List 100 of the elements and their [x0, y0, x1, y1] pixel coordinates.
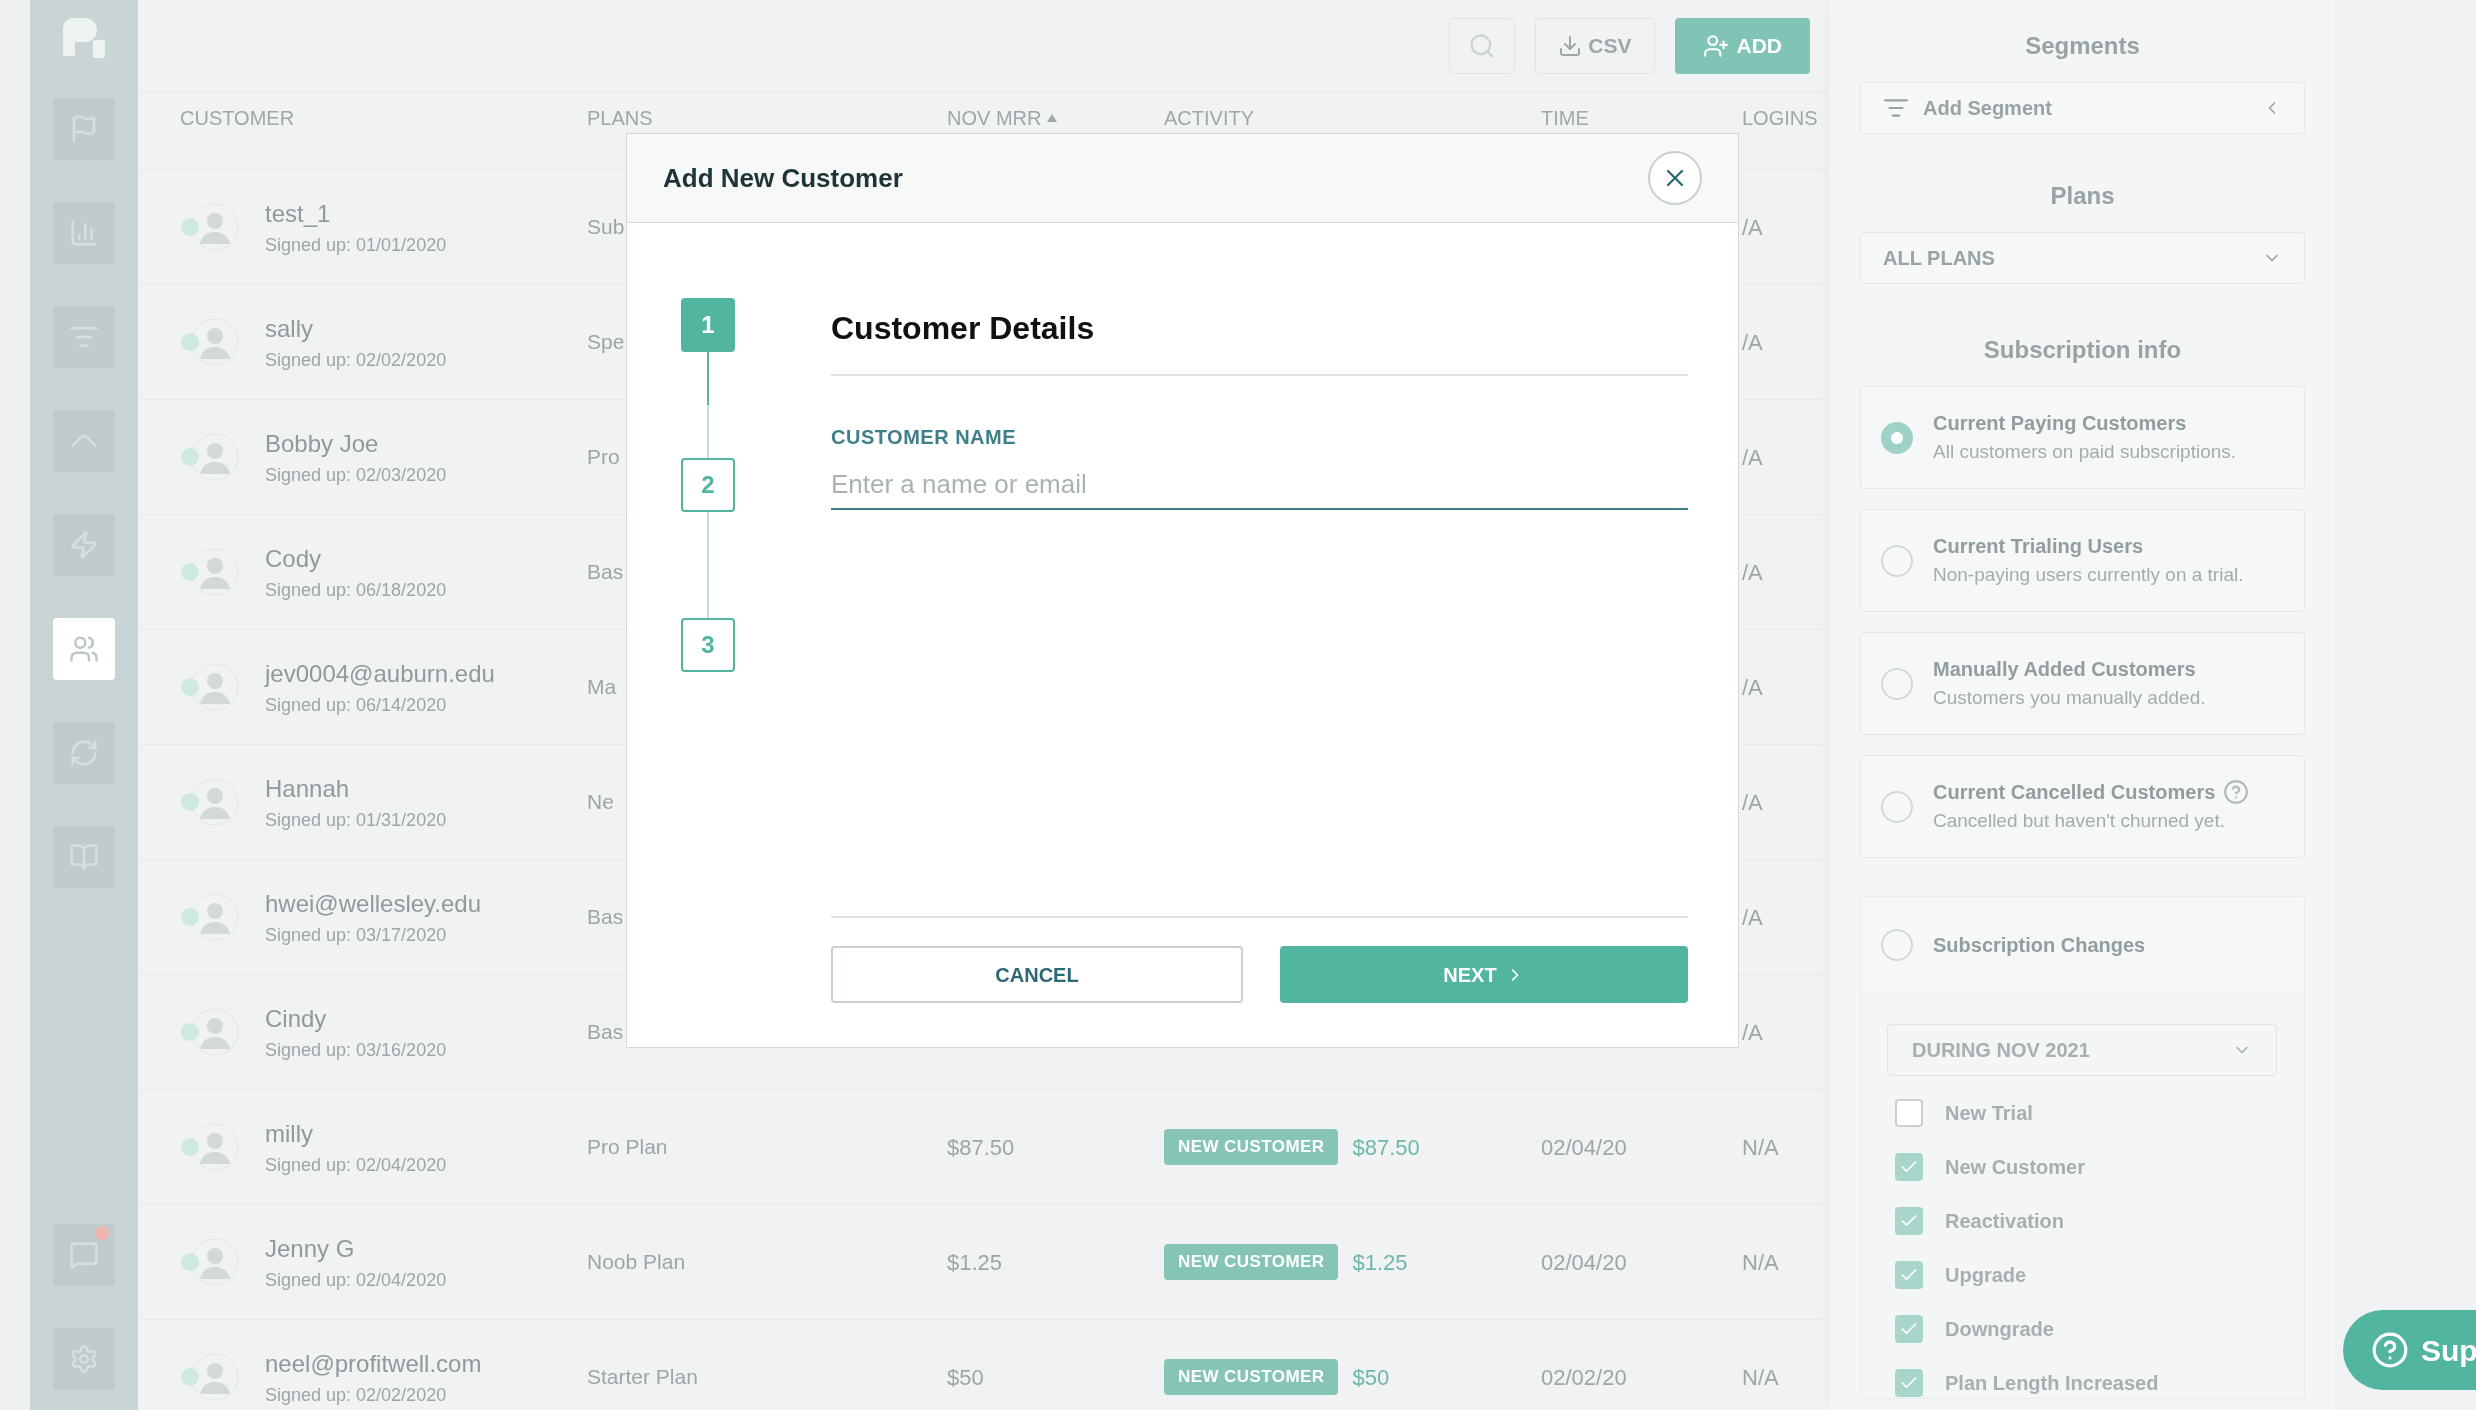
- customer-name[interactable]: Bobby Joe: [265, 425, 587, 462]
- column-header[interactable]: NOV MRR: [947, 102, 1058, 133]
- option-description: Customers you manually added.: [1933, 686, 2206, 711]
- avatar-icon: [180, 1122, 240, 1172]
- customer-name[interactable]: Hannah: [265, 770, 587, 807]
- help-icon[interactable]: [2223, 779, 2250, 806]
- table-cell: 02/04/20: [1541, 1249, 1627, 1275]
- table-cell-text: N/A: [1742, 1363, 1779, 1392]
- table-cell: 02/04/20: [1541, 1134, 1627, 1160]
- column-header[interactable]: TIME: [1541, 102, 1589, 133]
- table-cell-text: Ne: [587, 789, 614, 816]
- checkbox[interactable]: [1895, 1153, 1923, 1181]
- signup-date: Signed up: 02/04/2020: [265, 1153, 447, 1177]
- avatar-icon: [180, 777, 240, 827]
- column-header[interactable]: ACTIVITY: [1164, 102, 1254, 133]
- checkbox-label: Plan Length Increased: [1945, 1371, 2159, 1396]
- checkbox[interactable]: [1895, 1261, 1923, 1289]
- section-heading: Customer Details: [831, 310, 1095, 346]
- customer-name[interactable]: Cindy: [265, 1000, 587, 1037]
- signup-date: Signed up: 02/02/2020: [265, 1383, 447, 1407]
- table-cell: $87.50: [947, 1134, 1015, 1160]
- radio-button[interactable]: [1881, 667, 1913, 700]
- support-button[interactable]: Sup: [2343, 1310, 2476, 1390]
- segment-option[interactable]: Subscription Changes: [1861, 897, 2304, 994]
- activity-tag: NEW CUSTOMER: [1164, 1244, 1339, 1280]
- segment-option[interactable]: Current Paying Customers All customers on paid subscriptions.: [1860, 386, 2305, 489]
- checkbox-label: Upgrade: [1945, 1263, 2027, 1288]
- add-segment-button[interactable]: Add Segment: [1860, 82, 2305, 134]
- radio-button[interactable]: [1881, 544, 1913, 577]
- customer-name[interactable]: milly: [265, 1115, 587, 1152]
- close-button[interactable]: [1648, 151, 1702, 205]
- activity-amount: $1.25: [1352, 1248, 1408, 1277]
- signup-date: Signed up: 01/31/2020: [265, 808, 447, 832]
- option-description: Non-paying users currently on a trial.: [1933, 563, 2244, 588]
- table-cell-text: Starter Plan: [587, 1364, 698, 1391]
- table-cell-text: /A: [1742, 443, 1763, 472]
- plans-dropdown[interactable]: ALL PLANS: [1860, 232, 2305, 284]
- signup-date: Signed up: 02/03/2020: [265, 463, 447, 487]
- sidebar-item[interactable]: [53, 1224, 115, 1286]
- customer-name[interactable]: Cody: [265, 540, 587, 577]
- sidebar-item[interactable]: [53, 618, 115, 680]
- customer-name-input[interactable]: Enter a name or email: [831, 460, 1688, 510]
- avatar-icon: [180, 202, 240, 252]
- column-header[interactable]: PLANS: [587, 102, 653, 133]
- avatar-icon: [180, 317, 240, 367]
- add-user-icon: [1702, 32, 1729, 59]
- download-icon: [1558, 33, 1583, 58]
- csv-button[interactable]: CSV: [1535, 17, 1655, 74]
- signup-date: Signed up: 01/01/2020: [265, 233, 447, 257]
- column-header[interactable]: CUSTOMER: [180, 102, 295, 133]
- next-button[interactable]: NEXT: [1280, 946, 1688, 1003]
- customer-name[interactable]: neel@profitwell.com: [265, 1345, 587, 1382]
- table-cell-text: N/A: [1742, 1133, 1779, 1162]
- table-cell-text: /A: [1742, 903, 1763, 932]
- table-cell-text: Noob Plan: [587, 1249, 686, 1276]
- table-cell-text: Bas: [587, 904, 624, 931]
- period-dropdown[interactable]: DURING NOV 2021: [1887, 1024, 2277, 1076]
- avatar-icon: [180, 1352, 240, 1402]
- table-cell-text: N/A: [1742, 1248, 1779, 1277]
- cancel-button[interactable]: CANCEL: [831, 946, 1243, 1003]
- segment-option[interactable]: Current Trialing Users Non-paying users currently on a trial.: [1860, 509, 2305, 612]
- avatar-icon: [180, 547, 240, 597]
- checkbox[interactable]: [1895, 1369, 1923, 1397]
- table-cell-text: Bas: [587, 559, 624, 586]
- panel-title: Subscription info: [1983, 335, 2182, 365]
- customer-name[interactable]: Jenny G: [265, 1230, 587, 1267]
- checkbox[interactable]: [1895, 1315, 1923, 1343]
- option-description: All customers on paid subscriptions.: [1933, 440, 2237, 465]
- activity-amount: $50: [1352, 1363, 1390, 1392]
- search-button[interactable]: [1449, 17, 1516, 74]
- customer-name[interactable]: test_1: [265, 195, 587, 232]
- checkbox-label: New Customer: [1945, 1155, 2086, 1180]
- signup-date: Signed up: 02/02/2020: [265, 348, 447, 372]
- checkbox[interactable]: [1895, 1099, 1923, 1127]
- step-number: 3: [681, 618, 735, 672]
- table-cell-text: /A: [1742, 788, 1763, 817]
- table-cell: $50: [947, 1364, 984, 1390]
- option-title: Manually Added Customers: [1933, 657, 2196, 683]
- activity-tag: NEW CUSTOMER: [1164, 1359, 1339, 1395]
- column-header[interactable]: LOGINS: [1742, 102, 1818, 133]
- customer-name[interactable]: sally: [265, 310, 587, 347]
- table-cell-text: Ma: [587, 674, 617, 701]
- option-title: Current Trialing Users: [1933, 534, 2144, 560]
- radio-button[interactable]: [1881, 421, 1913, 454]
- add-button[interactable]: ADD: [1674, 17, 1810, 74]
- segment-option[interactable]: Manually Added Customers Customers you manually added.: [1860, 632, 2305, 735]
- customer-name[interactable]: hwei@wellesley.edu: [265, 885, 587, 922]
- table-cell: $1.25: [947, 1249, 1003, 1275]
- checkbox-label: Reactivation: [1945, 1209, 2064, 1234]
- radio-button[interactable]: [1881, 790, 1913, 823]
- checkbox[interactable]: [1895, 1207, 1923, 1235]
- option-description: Cancelled but haven't churned yet.: [1933, 809, 2226, 834]
- radio-button[interactable]: [1881, 929, 1913, 961]
- panel-title: Segments: [2025, 31, 2140, 61]
- segment-option[interactable]: Current Cancelled Customers Cancelled but haven't churned yet.: [1860, 755, 2305, 858]
- customer-name[interactable]: jev0004@auburn.edu: [265, 655, 587, 692]
- option-title: Current Paying Customers: [1933, 411, 2187, 437]
- table-cell-text: /A: [1742, 328, 1763, 357]
- signup-date: Signed up: 03/16/2020: [265, 1038, 447, 1062]
- step-number: 2: [681, 458, 735, 512]
